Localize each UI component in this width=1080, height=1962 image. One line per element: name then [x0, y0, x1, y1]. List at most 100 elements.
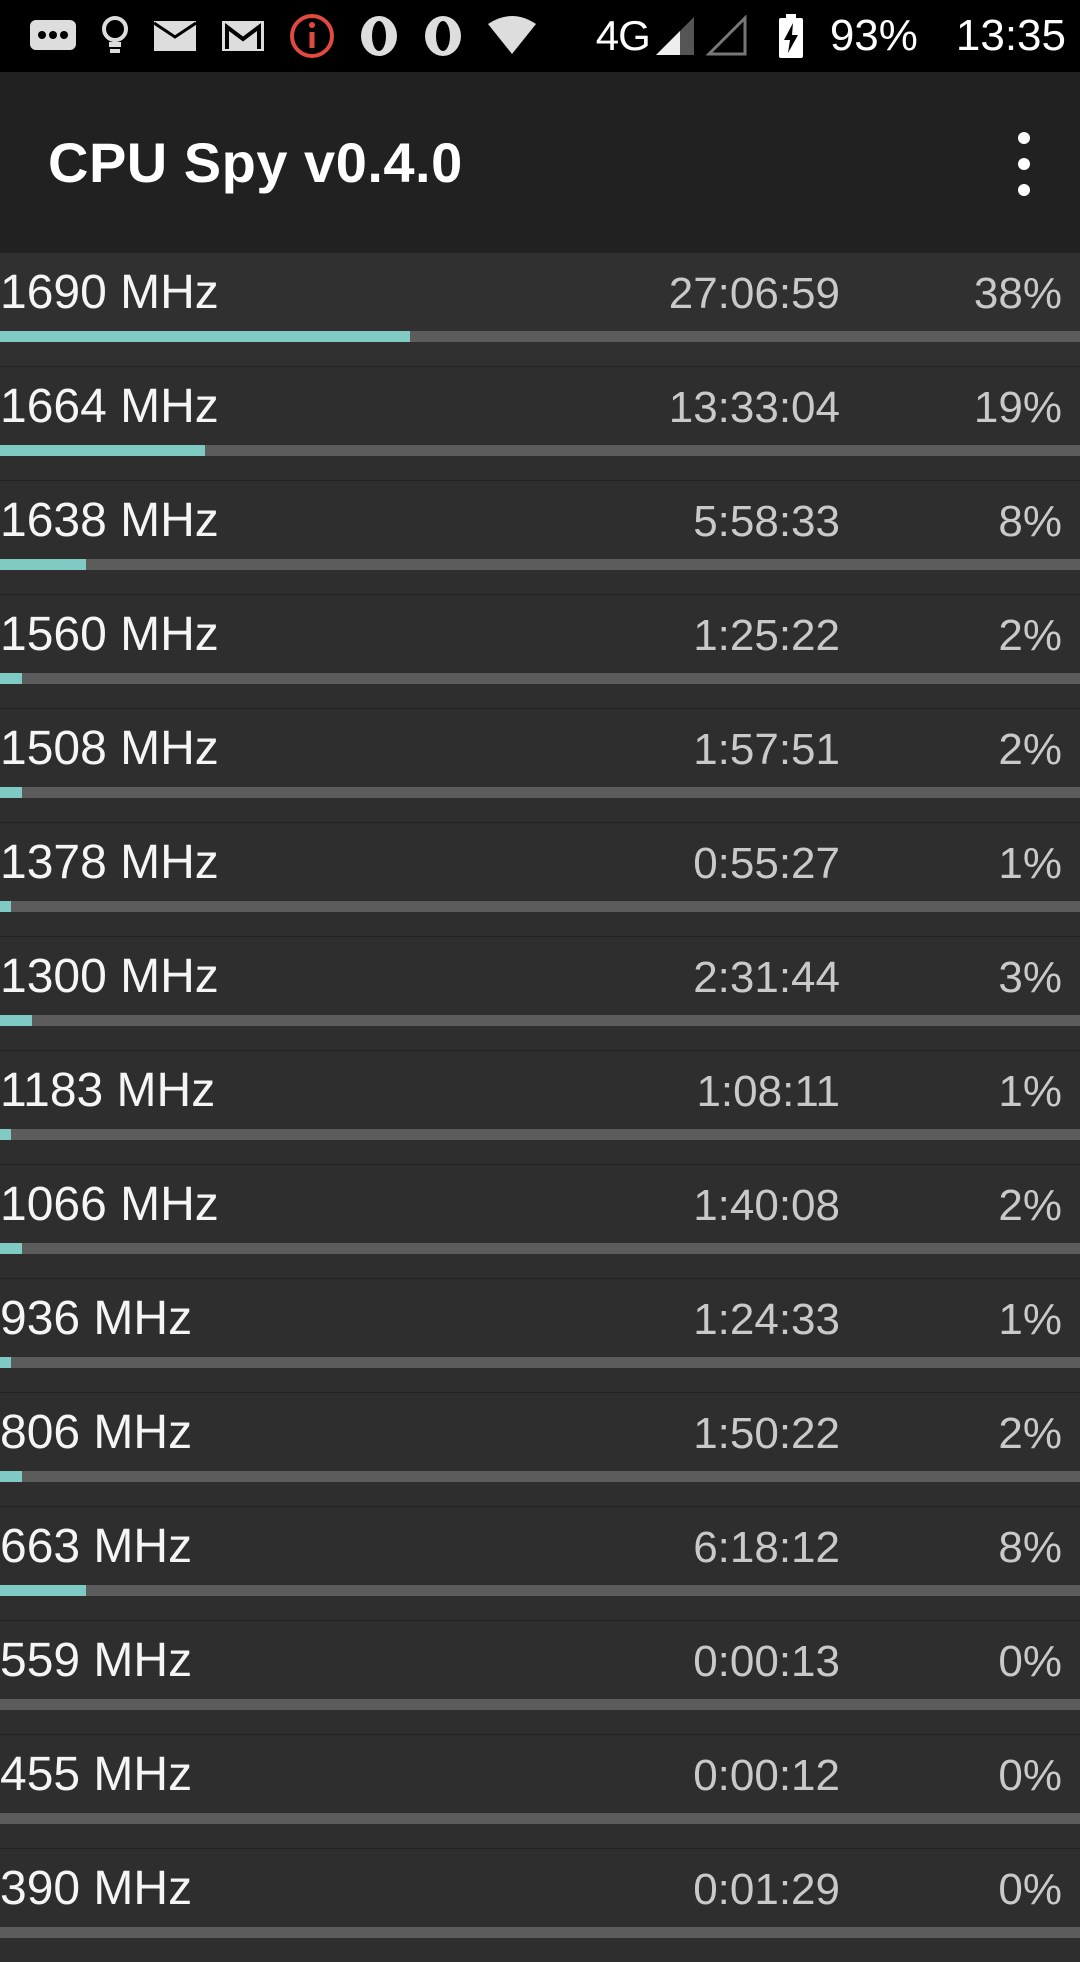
percent-label: 19% — [973, 383, 1062, 432]
usage-bar-track — [0, 1585, 1080, 1596]
duration-label: 1:08:11 — [696, 1067, 840, 1116]
list-item: 1508 MHz 1:57:51 2% — [0, 708, 1080, 822]
percent-label: 0% — [998, 1865, 1062, 1914]
usage-bar-track — [0, 673, 1080, 684]
usage-bar-track — [0, 1471, 1080, 1482]
percent-label: 0% — [998, 1637, 1062, 1686]
list-item: 1690 MHz 27:06:59 38% — [0, 252, 1080, 366]
usage-bar-track — [0, 901, 1080, 912]
duration-label: 1:25:22 — [693, 611, 840, 660]
list-item: 455 MHz 0:00:12 0% — [0, 1734, 1080, 1848]
overflow-menu-button[interactable] — [1012, 132, 1036, 196]
frequency-label: 1560 MHz — [0, 608, 219, 661]
more-vert-icon-dot — [1018, 184, 1030, 196]
frequency-label: 390 MHz — [0, 1862, 193, 1915]
percent-label: 8% — [998, 497, 1062, 546]
duration-label: 1:40:08 — [693, 1181, 840, 1230]
percent-label: 2% — [998, 725, 1062, 774]
duration-label: 5:58:33 — [693, 497, 840, 546]
list-item: 559 MHz 0:00:13 0% — [0, 1620, 1080, 1734]
percent-label: 8% — [998, 1523, 1062, 1572]
gmail-icon — [220, 19, 266, 53]
signal-empty-icon — [705, 15, 748, 57]
list-item: 390 MHz 0:01:29 0% — [0, 1848, 1080, 1962]
list-item: 1183 MHz 1:08:11 1% — [0, 1050, 1080, 1164]
info-alert-icon — [288, 12, 336, 60]
usage-bar-fill — [0, 787, 22, 798]
clock: 13:35 — [955, 11, 1066, 60]
cpu-state-list[interactable]: 1690 MHz 27:06:59 38% 1664 MHz 13:33:04 … — [0, 252, 1080, 1962]
frequency-label: 1664 MHz — [0, 380, 219, 433]
usage-bar-fill — [0, 1357, 11, 1368]
frequency-label: 806 MHz — [0, 1406, 193, 1459]
list-item: 1560 MHz 1:25:22 2% — [0, 594, 1080, 708]
frequency-label: 559 MHz — [0, 1634, 193, 1687]
duration-label: 0:55:27 — [693, 839, 840, 888]
usage-bar-fill — [0, 331, 411, 342]
usage-bar-track — [0, 559, 1080, 570]
percent-label: 1% — [998, 1067, 1062, 1116]
lightbulb-icon — [100, 14, 130, 58]
duration-label: 1:24:33 — [693, 1295, 840, 1344]
usage-bar-fill — [0, 559, 87, 570]
list-item: 1378 MHz 0:55:27 1% — [0, 822, 1080, 936]
more-vert-icon — [1018, 132, 1030, 144]
list-item: 936 MHz 1:24:33 1% — [0, 1278, 1080, 1392]
frequency-label: 1300 MHz — [0, 950, 219, 1003]
usage-bar-track — [0, 1129, 1080, 1140]
percent-label: 1% — [998, 1295, 1062, 1344]
usage-bar-fill — [0, 1585, 87, 1596]
signal-strength-icon — [654, 15, 696, 57]
list-item: 806 MHz 1:50:22 2% — [0, 1392, 1080, 1506]
usage-bar-fill — [0, 673, 22, 684]
percent-label: 38% — [973, 269, 1062, 318]
duration-label: 13:33:04 — [668, 383, 840, 432]
duration-label: 1:57:51 — [693, 725, 840, 774]
usage-bar-track — [0, 1699, 1080, 1710]
usage-bar-track — [0, 787, 1080, 798]
frequency-label: 663 MHz — [0, 1520, 193, 1573]
percent-label: 2% — [998, 611, 1062, 660]
status-bar: 4G 93% 13:35 — [0, 0, 1080, 72]
list-item: 663 MHz 6:18:12 8% — [0, 1506, 1080, 1620]
duration-label: 0:00:12 — [693, 1751, 840, 1800]
frequency-label: 1690 MHz — [0, 266, 219, 319]
duration-label: 1:50:22 — [693, 1409, 840, 1458]
list-item: 1664 MHz 13:33:04 19% — [0, 366, 1080, 480]
more-vert-icon-dot — [1018, 158, 1030, 170]
app-toolbar: CPU Spy v0.4.0 — [0, 72, 1080, 252]
usage-bar-track — [0, 1927, 1080, 1938]
duration-label: 6:18:12 — [693, 1523, 840, 1572]
duration-label: 0:00:13 — [693, 1637, 840, 1686]
duration-label: 27:06:59 — [668, 269, 840, 318]
chat-icon — [28, 18, 78, 54]
usage-bar-fill — [0, 901, 11, 912]
list-item: 1638 MHz 5:58:33 8% — [0, 480, 1080, 594]
usage-bar-track — [0, 331, 1080, 342]
opera-icon — [422, 14, 464, 58]
status-right: 4G 93% 13:35 — [596, 11, 1066, 61]
percent-label: 2% — [998, 1181, 1062, 1230]
usage-bar-fill — [0, 1471, 22, 1482]
mail-icon — [152, 19, 198, 53]
usage-bar-track — [0, 1015, 1080, 1026]
frequency-label: 455 MHz — [0, 1748, 193, 1801]
notification-icons — [28, 12, 538, 60]
usage-bar-fill — [0, 1015, 33, 1026]
usage-bar-track — [0, 1243, 1080, 1254]
frequency-label: 1066 MHz — [0, 1178, 219, 1231]
network-type: 4G — [595, 12, 651, 59]
usage-bar-track — [0, 1813, 1080, 1824]
list-item: 1066 MHz 1:40:08 2% — [0, 1164, 1080, 1278]
frequency-label: 1508 MHz — [0, 722, 219, 775]
percent-label: 0% — [998, 1751, 1062, 1800]
usage-bar-fill — [0, 1129, 11, 1140]
battery-percent: 93% — [829, 11, 918, 60]
app-title: CPU Spy v0.4.0 — [48, 130, 463, 194]
usage-bar-fill — [0, 445, 206, 456]
frequency-label: 1183 MHz — [0, 1064, 216, 1117]
frequency-label: 1638 MHz — [0, 494, 219, 547]
usage-bar-fill — [0, 1243, 22, 1254]
duration-label: 0:01:29 — [693, 1865, 840, 1914]
percent-label: 3% — [998, 953, 1062, 1002]
